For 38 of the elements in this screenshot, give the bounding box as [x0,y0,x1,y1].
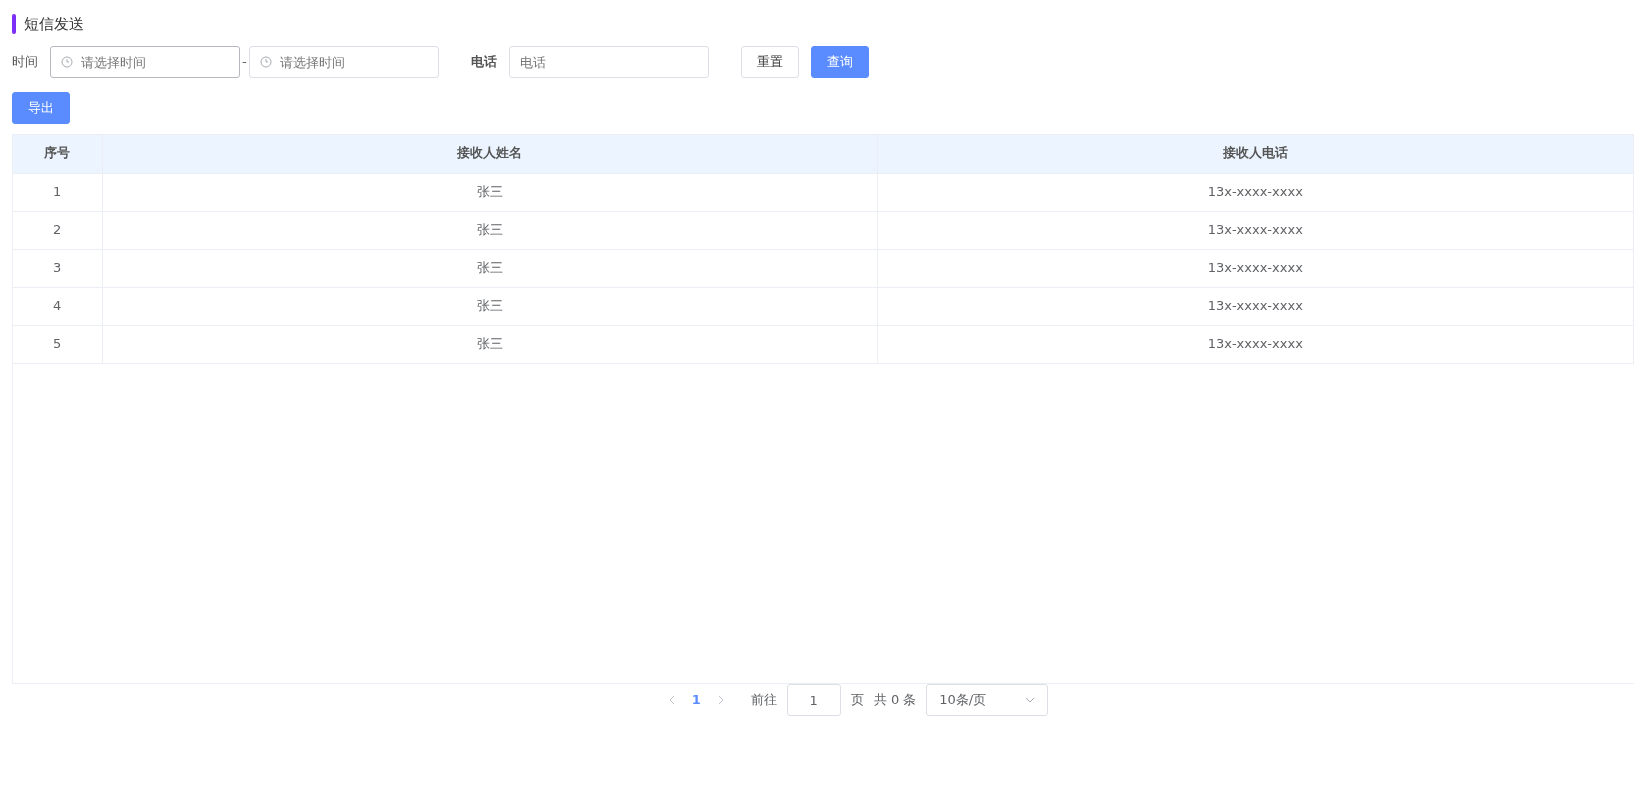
table-cell: 1 [13,173,102,211]
table-cell: 5 [13,325,102,363]
chevron-down-icon [1025,697,1036,703]
table-cell: 2 [13,211,102,249]
title-accent-bar [12,14,16,34]
table-cell: 张三 [102,325,877,363]
table-cell: 张三 [102,173,877,211]
total-count: 共 0 条 [873,691,917,710]
table-cell: 张三 [102,211,877,249]
page-title: 短信发送 [24,13,84,35]
reset-button[interactable]: 重置 [740,46,799,78]
goto-label: 前往 [750,691,777,710]
table-cell: 4 [13,287,102,325]
page-number[interactable]: 1 [685,690,707,710]
table-cell: 3 [13,249,102,287]
chevron-left-icon[interactable] [667,695,676,705]
table-cell: 13x-xxxx-xxxx [877,325,1634,363]
page-size-select[interactable]: 10条/页 [926,684,1049,716]
page-input[interactable]: 1 [786,684,841,716]
date-field[interactable]: 请选择时间 [50,46,240,78]
field-label: 电话 [470,53,497,72]
export-button[interactable]: 导出 [12,92,70,124]
table-cell: 13x-xxxx-xxxx [877,249,1634,287]
date-field[interactable]: 请选择时间 [248,46,439,78]
column-header: 序号 [13,135,102,173]
table-cell: 张三 [102,287,877,325]
chevron-right-icon[interactable] [716,695,725,705]
table-cell: 13x-xxxx-xxxx [877,287,1634,325]
page-unit-label: 页 [850,691,864,710]
phone-field[interactable]: 电话 [508,46,709,78]
column-header: 接收人电话 [877,135,1634,173]
table-cell: 13x-xxxx-xxxx [877,211,1634,249]
column-header: 接收人姓名 [102,135,877,173]
field-label: 时间 [12,53,38,72]
table-cell: 13x-xxxx-xxxx [877,173,1634,211]
range-separator: - [242,53,247,72]
table-cell: 张三 [102,249,877,287]
search-button[interactable]: 查询 [810,46,869,78]
